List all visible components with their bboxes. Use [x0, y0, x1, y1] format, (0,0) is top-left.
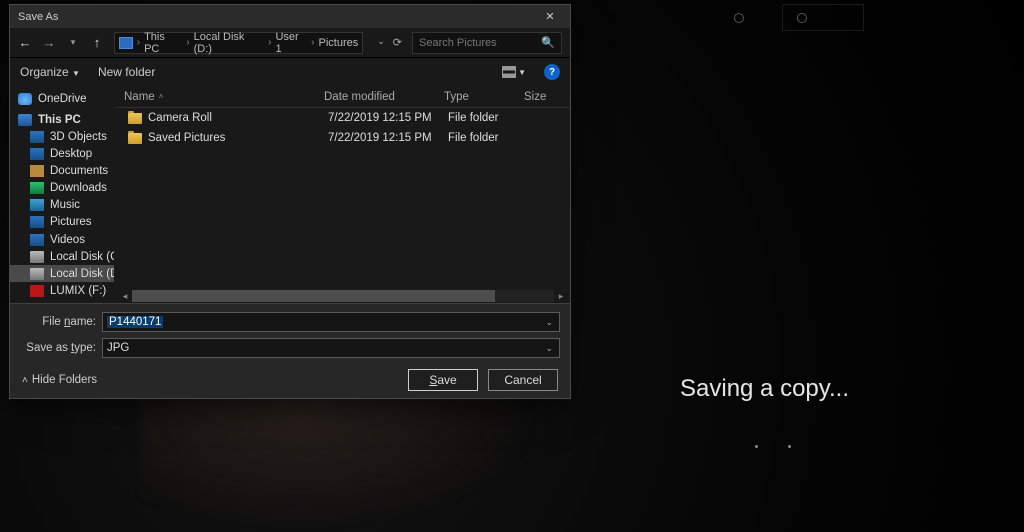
desktop-icon — [30, 148, 44, 160]
file-list: Name˄ Date modified Type Size Camera Rol… — [116, 86, 570, 303]
dialog-footer: ˄ Hide Folders Save Cancel — [10, 362, 570, 398]
column-date[interactable]: Date modified — [316, 91, 436, 103]
folder-icon — [128, 133, 142, 144]
scroll-track[interactable] — [132, 290, 554, 302]
pictures-icon — [30, 216, 44, 228]
chevron-down-icon: ▼ — [518, 68, 526, 77]
onedrive-icon — [18, 93, 32, 105]
view-options-button[interactable]: ▼ — [502, 66, 526, 78]
list-item[interactable]: Camera Roll 7/22/2019 12:15 PM File fold… — [116, 108, 570, 128]
scroll-right-icon[interactable]: ▸ — [554, 290, 568, 302]
tree-node-music[interactable]: Music — [10, 197, 114, 214]
breadcrumb-seg-1[interactable]: Local Disk (D:) — [194, 31, 264, 55]
breadcrumb-bar[interactable]: › This PC › Local Disk (D:) › User 1 › P… — [114, 32, 363, 54]
column-name[interactable]: Name˄ — [116, 91, 316, 103]
search-icon: 🔍 — [541, 36, 555, 49]
chevron-down-icon[interactable]: ⌄ — [545, 317, 553, 328]
sort-caret-icon: ˄ — [159, 92, 164, 101]
dialog-titlebar[interactable]: Save As ✕ — [10, 5, 570, 28]
nav-bar: ← → ▾ ↑ › This PC › Local Disk (D:) › Us… — [10, 28, 570, 58]
progress-dots — [755, 445, 791, 448]
tree-node-thispc[interactable]: This PC — [10, 112, 114, 129]
breadcrumb-controls: ⌄ ⟳ — [377, 36, 402, 49]
bg-button-2 — [782, 4, 864, 31]
tree-node-documents[interactable]: Documents — [10, 163, 114, 180]
music-icon — [30, 199, 44, 211]
breadcrumb-seg-3[interactable]: Pictures — [318, 37, 358, 49]
pc-icon — [119, 37, 133, 49]
command-bar: Organize ▼ New folder ▼ ? — [10, 58, 570, 86]
documents-icon — [30, 165, 44, 177]
folder-icon — [128, 113, 142, 124]
horizontal-scrollbar[interactable]: ◂ ▸ — [116, 289, 570, 303]
column-headers: Name˄ Date modified Type Size — [116, 86, 570, 108]
savetype-select[interactable]: JPG ⌄ — [102, 338, 560, 358]
column-type[interactable]: Type — [436, 91, 516, 103]
save-as-dialog: Save As ✕ ← → ▾ ↑ › This PC › Local Disk… — [9, 4, 571, 399]
column-size[interactable]: Size — [516, 91, 566, 103]
chevron-down-icon: ▼ — [72, 69, 80, 78]
nav-recent-icon[interactable]: ▾ — [66, 37, 80, 48]
disk-icon — [30, 268, 44, 280]
close-button[interactable]: ✕ — [530, 5, 570, 28]
filename-input[interactable]: P1440171 ⌄ — [102, 312, 560, 332]
scroll-thumb[interactable] — [132, 290, 495, 302]
nav-up-icon[interactable]: ↑ — [90, 35, 104, 50]
tree-node-desktop[interactable]: Desktop — [10, 146, 114, 163]
chevron-right-icon[interactable]: › — [137, 37, 140, 48]
form-area: File name: P1440171 ⌄ Save as type: JPG … — [10, 303, 570, 362]
chevron-down-icon[interactable]: ⌄ — [545, 343, 553, 354]
tree-node-disk-d[interactable]: Local Disk (D:) — [10, 265, 114, 282]
bg-button-1 — [720, 4, 776, 31]
tree-node-downloads[interactable]: Downloads — [10, 180, 114, 197]
breadcrumb-seg-2[interactable]: User 1 — [275, 31, 307, 55]
tree-node-videos[interactable]: Videos — [10, 231, 114, 248]
navigation-tree[interactable]: OneDrive This PC 3D Objects Desktop Docu… — [10, 86, 114, 303]
downloads-icon — [30, 182, 44, 194]
tree-node-onedrive[interactable]: OneDrive — [10, 90, 114, 107]
chevron-right-icon[interactable]: › — [186, 37, 189, 48]
hide-folders-button[interactable]: ˄ Hide Folders — [22, 374, 97, 386]
videos-icon — [30, 234, 44, 246]
breadcrumb-seg-0[interactable]: This PC — [144, 31, 182, 55]
chevron-down-icon[interactable]: ⌄ — [377, 36, 385, 49]
chevron-right-icon[interactable]: › — [311, 37, 314, 48]
photos-toolbar — [720, 4, 864, 31]
cancel-button[interactable]: Cancel — [488, 369, 558, 391]
search-placeholder: Search Pictures — [419, 37, 497, 49]
filename-value: P1440171 — [107, 316, 163, 328]
filename-label: File name: — [20, 316, 96, 328]
tree-node-3dobjects[interactable]: 3D Objects — [10, 129, 114, 146]
scroll-left-icon[interactable]: ◂ — [118, 290, 132, 302]
list-item[interactable]: Saved Pictures 7/22/2019 12:15 PM File f… — [116, 128, 570, 148]
organize-button[interactable]: Organize ▼ — [20, 65, 80, 79]
new-folder-button[interactable]: New folder — [98, 65, 155, 79]
tree-node-lumix[interactable]: LUMIX (F:) — [10, 282, 114, 299]
nav-back-icon[interactable]: ← — [18, 35, 32, 50]
3dobjects-icon — [30, 131, 44, 143]
tree-node-disk-c[interactable]: Local Disk (C:) — [10, 248, 114, 265]
tree-node-pictures[interactable]: Pictures — [10, 214, 114, 231]
dialog-title: Save As — [18, 11, 58, 23]
pc-icon — [18, 114, 32, 126]
save-button[interactable]: Save — [408, 369, 478, 391]
list-view-icon — [502, 66, 516, 78]
chevron-right-icon[interactable]: › — [268, 37, 271, 48]
chevron-up-icon: ˄ — [22, 375, 28, 386]
help-button[interactable]: ? — [544, 64, 560, 80]
camera-icon — [30, 285, 44, 297]
savetype-value: JPG — [107, 342, 129, 354]
disk-icon — [30, 251, 44, 263]
close-icon: ✕ — [545, 10, 554, 23]
refresh-icon[interactable]: ⟳ — [393, 36, 402, 49]
savetype-label: Save as type: — [20, 342, 96, 354]
search-input[interactable]: Search Pictures 🔍 — [412, 32, 562, 54]
file-rows[interactable]: Camera Roll 7/22/2019 12:15 PM File fold… — [116, 108, 570, 289]
nav-forward-icon[interactable]: → — [42, 35, 56, 50]
saving-copy-status: Saving a copy... — [680, 375, 849, 403]
